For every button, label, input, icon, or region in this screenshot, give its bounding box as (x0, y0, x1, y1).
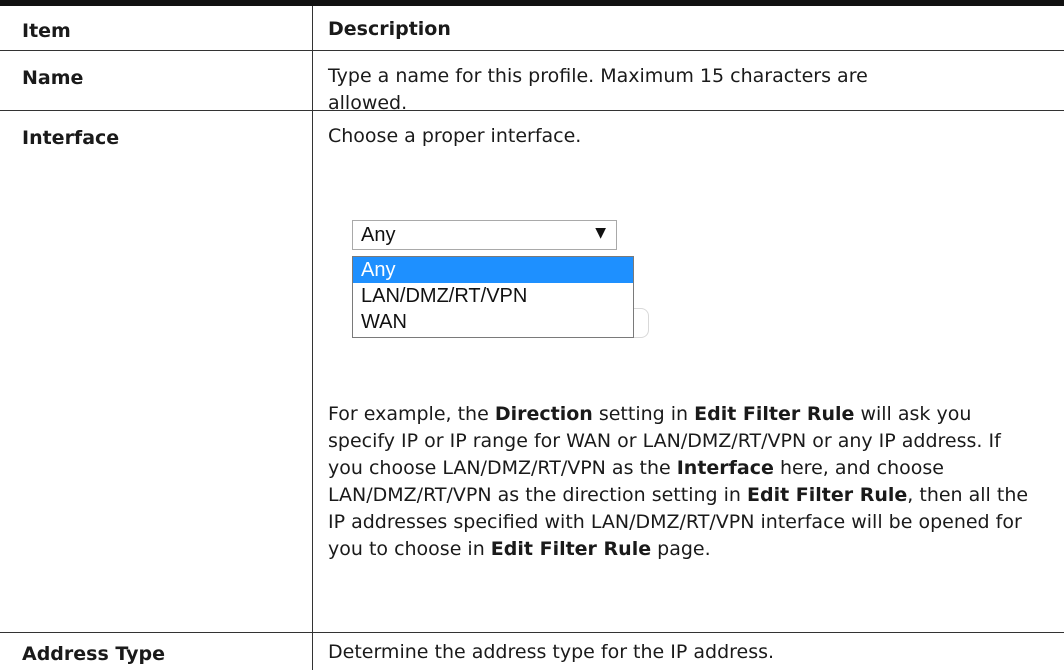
row-item-name: Name (22, 67, 84, 89)
option-any[interactable]: Any (353, 257, 633, 283)
interface-example-paragraph: For example, the Direction setting in Ed… (328, 403, 1029, 560)
header-description: Description (328, 18, 451, 40)
interface-select[interactable]: Any ▼ (352, 220, 617, 250)
row-item-interface: Interface (22, 127, 120, 149)
row-description-interface-intro: Choose a proper interface. (328, 125, 582, 147)
interface-select-value: Any (361, 224, 396, 246)
header-item: Item (22, 20, 71, 42)
interface-options-list[interactable]: Any LAN/DMZ/RT/VPN WAN (352, 256, 634, 338)
table-row: Address Type Determine the address type … (0, 633, 1064, 670)
option-lan-dmz-rt-vpn[interactable]: LAN/DMZ/RT/VPN (353, 283, 633, 309)
row-description-name: Type a name for this profile. Maximum 15… (328, 65, 868, 114)
faded-background-field (634, 308, 649, 338)
row-item-address-type: Address Type (22, 643, 165, 665)
option-wan[interactable]: WAN (353, 309, 633, 335)
row-description-address-type: Determine the address type for the IP ad… (328, 641, 775, 663)
chevron-down-icon: ▼ (595, 225, 606, 241)
table-header-row: Item Description (0, 6, 1064, 50)
